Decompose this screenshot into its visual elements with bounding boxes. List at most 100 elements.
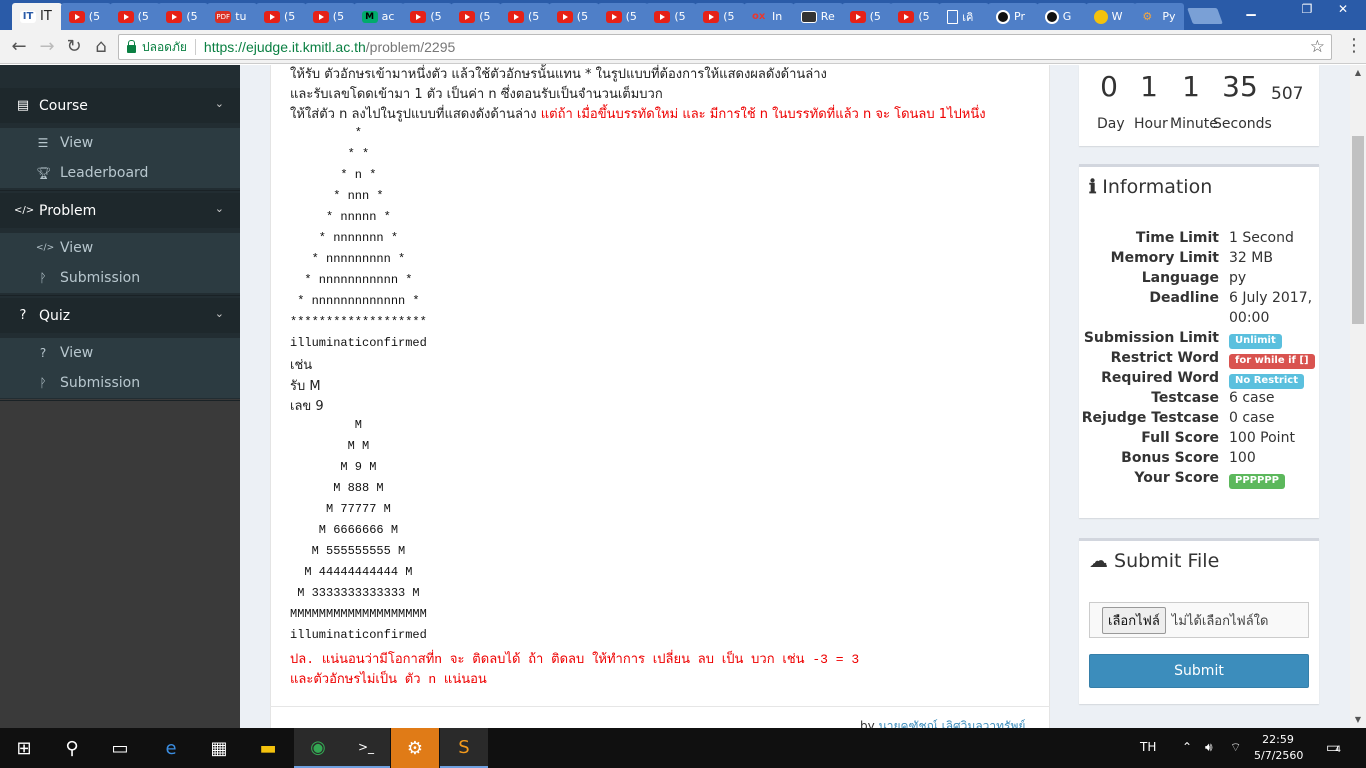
browser-tab[interactable]: (5 bbox=[109, 3, 160, 30]
browser-tab[interactable]: (5 bbox=[695, 3, 746, 30]
browser-tab[interactable]: Re bbox=[792, 3, 843, 30]
info-row: Testcase 6 case bbox=[1079, 390, 1319, 410]
info-row: Required Word No Restrict bbox=[1079, 370, 1319, 390]
tab-title: Re bbox=[820, 10, 835, 23]
sidebar-item-problem-submission[interactable]: ᚹ Submission bbox=[0, 263, 240, 293]
edge-icon[interactable]: e bbox=[147, 728, 195, 768]
info-key: Rejudge Testcase bbox=[1081, 410, 1219, 426]
info-row: Submission Limit Unlimit bbox=[1079, 330, 1319, 350]
dashboard-icon: ▤ bbox=[16, 98, 30, 113]
browser-tab[interactable]: (5 bbox=[841, 3, 892, 30]
status-badge: for while if [] bbox=[1229, 354, 1315, 369]
browser-tab[interactable]: (5 bbox=[597, 3, 648, 30]
notification-icon[interactable]: ▭4 bbox=[1326, 740, 1341, 756]
sidebar-item-quiz-submission[interactable]: ᚹ Submission bbox=[0, 368, 240, 398]
browser-tab[interactable]: (5 bbox=[500, 3, 550, 30]
home-icon[interactable]: ⌂ bbox=[90, 36, 112, 58]
youtube-icon bbox=[898, 10, 915, 23]
code-icon: </> bbox=[36, 243, 55, 253]
sidebar-item-quiz-view[interactable]: ? View bbox=[0, 338, 240, 368]
tab-title: (5 bbox=[88, 10, 101, 23]
tab-title: In bbox=[772, 10, 783, 23]
network-icon[interactable]: ⌔ bbox=[1230, 740, 1241, 755]
back-arrow-icon[interactable]: ← bbox=[8, 36, 30, 58]
browser-tab[interactable]: Mac bbox=[353, 3, 404, 30]
sidebar-item-label: View bbox=[60, 135, 94, 151]
countdown-seconds: 35 bbox=[1222, 70, 1258, 103]
task-view-icon[interactable]: ▭ bbox=[96, 728, 144, 768]
info-icon: ℹ bbox=[1089, 176, 1097, 198]
youtube-icon bbox=[654, 10, 671, 23]
browser-tab[interactable]: (5 bbox=[256, 3, 306, 30]
close-window-icon[interactable]: ✕ bbox=[1330, 0, 1356, 20]
countdown-milliseconds: 507 bbox=[1271, 84, 1304, 104]
github-icon bbox=[1044, 9, 1059, 24]
example-input-num: เลข 9 bbox=[290, 399, 324, 414]
sidebar-empty-area bbox=[0, 399, 240, 728]
tab-title: (5 bbox=[576, 10, 589, 23]
url-host: https://ejudge.it.kmitl.ac.th bbox=[203, 39, 366, 55]
browser-tab[interactable]: (5 bbox=[402, 3, 453, 30]
forward-arrow-icon[interactable]: → bbox=[36, 36, 58, 58]
sidebar-item-label: Submission bbox=[60, 270, 141, 286]
youtube-icon bbox=[117, 10, 134, 23]
info-key: Required Word bbox=[1101, 370, 1219, 386]
new-tab-button[interactable] bbox=[1187, 8, 1223, 24]
reload-icon[interactable]: ↻ bbox=[63, 36, 85, 58]
browser-tab[interactable]: ⚙ Py bbox=[1134, 3, 1185, 30]
store-icon[interactable]: ▦ bbox=[195, 728, 243, 768]
info-value: 6 case bbox=[1229, 390, 1275, 406]
youtube-icon bbox=[68, 10, 85, 23]
browser-tab[interactable]: (5 bbox=[60, 3, 111, 30]
sidebar-item-course-view[interactable]: ☰ View bbox=[0, 128, 240, 158]
terminal-icon[interactable]: >_ bbox=[342, 728, 390, 768]
restore-icon[interactable]: ❐ bbox=[1294, 0, 1320, 20]
browser-tab[interactable]: ITIT✕ bbox=[12, 3, 62, 30]
user-icon[interactable] bbox=[1266, 0, 1292, 20]
settings-gear-icon[interactable]: ⚙ bbox=[391, 728, 439, 768]
scroll-down-icon[interactable]: ▼ bbox=[1350, 712, 1366, 728]
countdown-hour: 1 bbox=[1140, 70, 1158, 103]
sidebar-item-course-leaderboard[interactable]: 🏆︎ Leaderboard bbox=[0, 158, 240, 188]
choose-file-button[interactable]: เลือกไฟล์ bbox=[1102, 606, 1166, 634]
sidebar-item-label: Submission bbox=[60, 375, 141, 391]
browser-tab[interactable]: G bbox=[1036, 3, 1087, 30]
browser-menu-icon[interactable]: ⋮ bbox=[1345, 36, 1363, 58]
browser-tab[interactable]: (5 bbox=[646, 3, 697, 30]
file-explorer-icon[interactable]: ▬ bbox=[244, 728, 292, 768]
tab-title: เคิ bbox=[962, 10, 974, 24]
minimize-icon[interactable]: ▁ bbox=[1238, 0, 1264, 20]
windows-start-icon[interactable]: ⊞ bbox=[0, 728, 48, 768]
browser-tab[interactable]: (5 bbox=[158, 3, 209, 30]
browser-tab[interactable]: เคิ bbox=[939, 3, 990, 30]
browser-tab[interactable]: PDF tu bbox=[207, 3, 258, 30]
input-language[interactable]: TH bbox=[1140, 740, 1156, 754]
sidebar-section-course[interactable]: ▤ Course ⌄ bbox=[0, 88, 240, 123]
browser-tab[interactable]: (5 bbox=[304, 3, 355, 30]
browser-tab[interactable]: (5 bbox=[548, 3, 599, 30]
system-clock[interactable]: 22:59 5/7/2560 bbox=[1254, 732, 1303, 764]
volume-icon[interactable]: 🔊︎ bbox=[1205, 740, 1213, 755]
browser-tab[interactable]: ox In bbox=[744, 3, 794, 30]
submit-button[interactable]: Submit bbox=[1089, 654, 1309, 688]
scroll-up-icon[interactable]: ▲ bbox=[1350, 65, 1366, 81]
sidebar-section-quiz[interactable]: ? Quiz ⌄ bbox=[0, 298, 240, 333]
scroll-thumb[interactable] bbox=[1352, 136, 1364, 324]
sidebar-item-problem-view[interactable]: </> View bbox=[0, 233, 240, 263]
clock-time: 22:59 bbox=[1262, 733, 1294, 746]
browser-tab[interactable]: (5 bbox=[451, 3, 502, 30]
search-icon[interactable]: ⚲ bbox=[48, 728, 96, 768]
file-input[interactable]: เลือกไฟล์ ไม่ได้เลือกไฟล์ใด bbox=[1089, 602, 1309, 638]
browser-tab[interactable]: (5 bbox=[890, 3, 941, 30]
tray-chevron-icon[interactable]: ⌃ bbox=[1182, 740, 1192, 754]
browser-tab[interactable]: Pr bbox=[988, 3, 1038, 30]
chrome-icon[interactable]: ◉ bbox=[294, 728, 342, 768]
countdown-hour-label: Hour bbox=[1134, 116, 1168, 132]
chevron-down-icon: ⌄ bbox=[214, 97, 224, 110]
browser-tab[interactable]: W bbox=[1085, 3, 1136, 30]
address-bar[interactable]: ปลอดภัย https://ejudge.it.kmitl.ac.th/pr… bbox=[118, 34, 1332, 60]
sidebar-section-problem[interactable]: </> Problem ⌄ bbox=[0, 193, 240, 228]
bookmark-star-icon[interactable]: ☆ bbox=[1310, 37, 1325, 57]
sublime-text-icon[interactable]: S bbox=[440, 728, 488, 768]
tab-title: (5 bbox=[674, 10, 686, 23]
